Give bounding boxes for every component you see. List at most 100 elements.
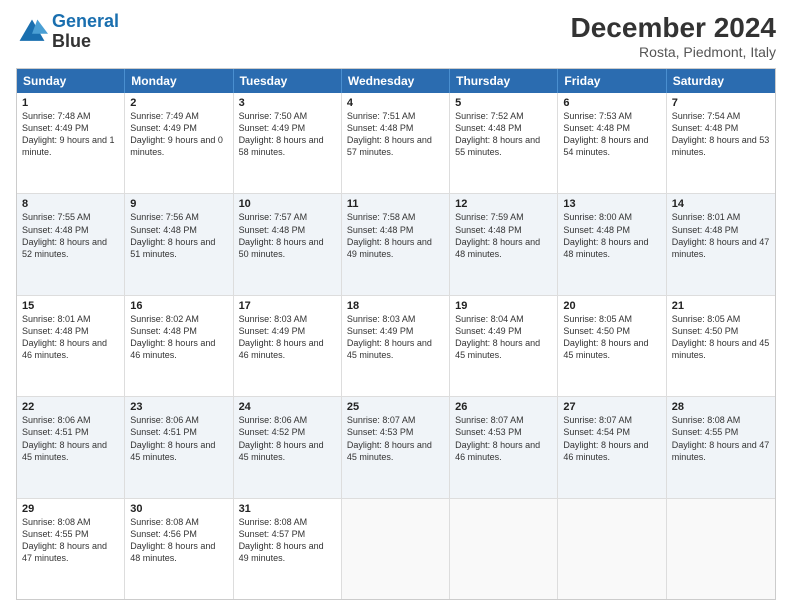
day-number: 6 [563,97,660,109]
day-details: Sunrise: 8:06 AMSunset: 4:52 PMDaylight:… [239,415,324,461]
week-row-2: 8 Sunrise: 7:55 AMSunset: 4:48 PMDayligh… [17,194,775,295]
header: General Blue December 2024 Rosta, Piedmo… [16,12,776,60]
day-details: Sunrise: 7:58 AMSunset: 4:48 PMDaylight:… [347,212,432,258]
day-cell-10: 10 Sunrise: 7:57 AMSunset: 4:48 PMDaylig… [234,194,342,294]
day-header-thursday: Thursday [450,69,558,93]
day-number: 28 [672,401,770,413]
day-cell-16: 16 Sunrise: 8:02 AMSunset: 4:48 PMDaylig… [125,296,233,396]
day-number: 3 [239,97,336,109]
day-number: 31 [239,503,336,515]
calendar: SundayMondayTuesdayWednesdayThursdayFrid… [16,68,776,600]
day-cell-18: 18 Sunrise: 8:03 AMSunset: 4:49 PMDaylig… [342,296,450,396]
day-number: 20 [563,300,660,312]
day-number: 26 [455,401,552,413]
day-number: 10 [239,198,336,210]
day-number: 29 [22,503,119,515]
day-details: Sunrise: 8:01 AMSunset: 4:48 PMDaylight:… [672,212,770,258]
day-details: Sunrise: 7:53 AMSunset: 4:48 PMDaylight:… [563,111,648,157]
day-number: 22 [22,401,119,413]
day-number: 24 [239,401,336,413]
day-cell-9: 9 Sunrise: 7:56 AMSunset: 4:48 PMDayligh… [125,194,233,294]
day-number: 4 [347,97,444,109]
day-cell-1: 1 Sunrise: 7:48 AMSunset: 4:49 PMDayligh… [17,93,125,193]
day-number: 25 [347,401,444,413]
day-number: 27 [563,401,660,413]
day-details: Sunrise: 7:50 AMSunset: 4:49 PMDaylight:… [239,111,324,157]
day-number: 14 [672,198,770,210]
day-details: Sunrise: 7:55 AMSunset: 4:48 PMDaylight:… [22,212,107,258]
day-cell-27: 27 Sunrise: 8:07 AMSunset: 4:54 PMDaylig… [558,397,666,497]
logo-icon [16,16,48,48]
day-number: 7 [672,97,770,109]
main-title: December 2024 [571,12,776,44]
day-cell-21: 21 Sunrise: 8:05 AMSunset: 4:50 PMDaylig… [667,296,775,396]
week-row-1: 1 Sunrise: 7:48 AMSunset: 4:49 PMDayligh… [17,93,775,194]
day-details: Sunrise: 8:08 AMSunset: 4:56 PMDaylight:… [130,517,215,563]
day-cell-30: 30 Sunrise: 8:08 AMSunset: 4:56 PMDaylig… [125,499,233,599]
day-cell-5: 5 Sunrise: 7:52 AMSunset: 4:48 PMDayligh… [450,93,558,193]
day-details: Sunrise: 8:06 AMSunset: 4:51 PMDaylight:… [130,415,215,461]
day-header-friday: Friday [558,69,666,93]
day-cell-12: 12 Sunrise: 7:59 AMSunset: 4:48 PMDaylig… [450,194,558,294]
day-cell-14: 14 Sunrise: 8:01 AMSunset: 4:48 PMDaylig… [667,194,775,294]
day-details: Sunrise: 7:49 AMSunset: 4:49 PMDaylight:… [130,111,223,157]
day-details: Sunrise: 7:52 AMSunset: 4:48 PMDaylight:… [455,111,540,157]
day-number: 2 [130,97,227,109]
day-header-saturday: Saturday [667,69,775,93]
day-number: 11 [347,198,444,210]
day-details: Sunrise: 7:51 AMSunset: 4:48 PMDaylight:… [347,111,432,157]
day-cell-24: 24 Sunrise: 8:06 AMSunset: 4:52 PMDaylig… [234,397,342,497]
calendar-body: 1 Sunrise: 7:48 AMSunset: 4:49 PMDayligh… [17,93,775,599]
day-details: Sunrise: 8:03 AMSunset: 4:49 PMDaylight:… [347,314,432,360]
day-details: Sunrise: 8:08 AMSunset: 4:55 PMDaylight:… [22,517,107,563]
day-cell-17: 17 Sunrise: 8:03 AMSunset: 4:49 PMDaylig… [234,296,342,396]
day-number: 30 [130,503,227,515]
day-number: 19 [455,300,552,312]
week-row-5: 29 Sunrise: 8:08 AMSunset: 4:55 PMDaylig… [17,499,775,599]
day-cell-6: 6 Sunrise: 7:53 AMSunset: 4:48 PMDayligh… [558,93,666,193]
day-details: Sunrise: 8:02 AMSunset: 4:48 PMDaylight:… [130,314,215,360]
day-details: Sunrise: 7:48 AMSunset: 4:49 PMDaylight:… [22,111,115,157]
day-number: 17 [239,300,336,312]
day-details: Sunrise: 8:07 AMSunset: 4:53 PMDaylight:… [455,415,540,461]
empty-cell [558,499,666,599]
day-cell-29: 29 Sunrise: 8:08 AMSunset: 4:55 PMDaylig… [17,499,125,599]
day-cell-2: 2 Sunrise: 7:49 AMSunset: 4:49 PMDayligh… [125,93,233,193]
day-details: Sunrise: 8:06 AMSunset: 4:51 PMDaylight:… [22,415,107,461]
empty-cell [342,499,450,599]
day-number: 21 [672,300,770,312]
week-row-3: 15 Sunrise: 8:01 AMSunset: 4:48 PMDaylig… [17,296,775,397]
day-details: Sunrise: 8:07 AMSunset: 4:54 PMDaylight:… [563,415,648,461]
day-cell-22: 22 Sunrise: 8:06 AMSunset: 4:51 PMDaylig… [17,397,125,497]
logo-text: General Blue [52,12,119,52]
day-details: Sunrise: 7:54 AMSunset: 4:48 PMDaylight:… [672,111,770,157]
subtitle: Rosta, Piedmont, Italy [571,44,776,60]
page: General Blue December 2024 Rosta, Piedmo… [0,0,792,612]
day-cell-20: 20 Sunrise: 8:05 AMSunset: 4:50 PMDaylig… [558,296,666,396]
day-details: Sunrise: 8:08 AMSunset: 4:55 PMDaylight:… [672,415,770,461]
day-details: Sunrise: 8:01 AMSunset: 4:48 PMDaylight:… [22,314,107,360]
day-header-monday: Monday [125,69,233,93]
title-block: December 2024 Rosta, Piedmont, Italy [571,12,776,60]
day-details: Sunrise: 8:05 AMSunset: 4:50 PMDaylight:… [563,314,648,360]
day-header-sunday: Sunday [17,69,125,93]
day-cell-23: 23 Sunrise: 8:06 AMSunset: 4:51 PMDaylig… [125,397,233,497]
day-cell-13: 13 Sunrise: 8:00 AMSunset: 4:48 PMDaylig… [558,194,666,294]
day-details: Sunrise: 8:03 AMSunset: 4:49 PMDaylight:… [239,314,324,360]
day-number: 15 [22,300,119,312]
day-cell-26: 26 Sunrise: 8:07 AMSunset: 4:53 PMDaylig… [450,397,558,497]
day-number: 16 [130,300,227,312]
day-details: Sunrise: 7:56 AMSunset: 4:48 PMDaylight:… [130,212,215,258]
day-cell-7: 7 Sunrise: 7:54 AMSunset: 4:48 PMDayligh… [667,93,775,193]
logo: General Blue [16,12,119,52]
day-cell-4: 4 Sunrise: 7:51 AMSunset: 4:48 PMDayligh… [342,93,450,193]
calendar-header: SundayMondayTuesdayWednesdayThursdayFrid… [17,69,775,93]
day-cell-15: 15 Sunrise: 8:01 AMSunset: 4:48 PMDaylig… [17,296,125,396]
day-details: Sunrise: 8:08 AMSunset: 4:57 PMDaylight:… [239,517,324,563]
week-row-4: 22 Sunrise: 8:06 AMSunset: 4:51 PMDaylig… [17,397,775,498]
day-header-wednesday: Wednesday [342,69,450,93]
day-details: Sunrise: 7:57 AMSunset: 4:48 PMDaylight:… [239,212,324,258]
empty-cell [667,499,775,599]
day-number: 1 [22,97,119,109]
day-number: 23 [130,401,227,413]
